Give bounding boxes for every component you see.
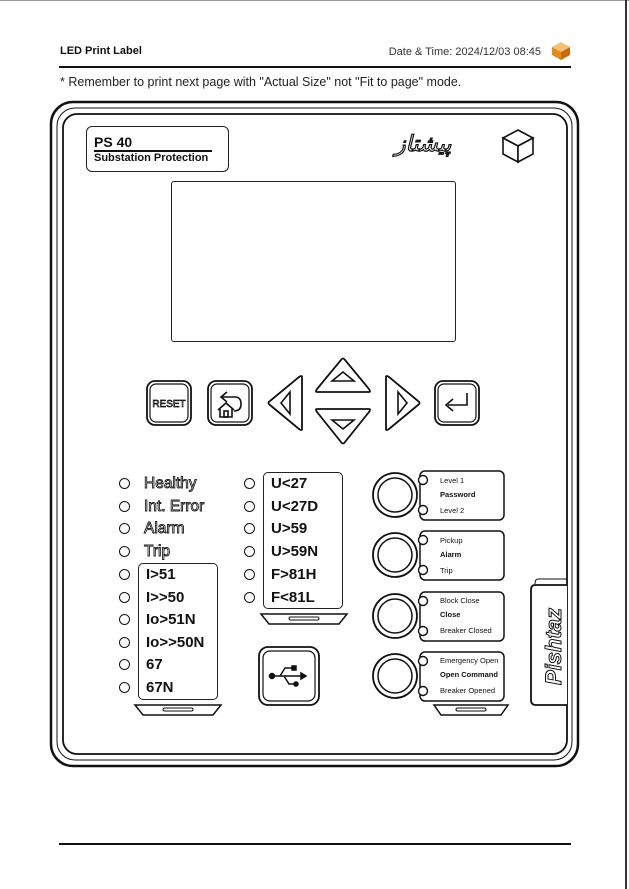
led-label-i50: I>>50 — [146, 589, 185, 606]
led-label-healthy: Healthy — [144, 475, 197, 492]
led-healthy — [119, 478, 130, 489]
led-label-alarm: Alarm — [144, 520, 185, 537]
led-label-u59n: U>59N — [271, 543, 319, 560]
led-alarm — [119, 523, 130, 534]
model-label-box: PS 40 Substation Protection — [86, 126, 229, 172]
fkey3-middle-label: Close — [440, 610, 461, 619]
function-key-3[interactable] — [371, 591, 507, 643]
led-label-trip: Trip — [144, 543, 171, 560]
fkey4-bottom-label: Breaker Opened — [440, 686, 496, 695]
led-f81l — [244, 592, 255, 603]
reset-button-label: RESET — [152, 399, 185, 410]
fkey4-middle-label: Open Command — [440, 670, 498, 679]
led-label-u27: U<27 — [271, 475, 308, 492]
side-brand-logotype: Pishtaz — [541, 607, 567, 685]
led-label-io50n: Io>>50N — [146, 634, 205, 651]
led-u59 — [244, 523, 255, 534]
led-label-67n: 67N — [146, 679, 174, 696]
led-label-i51: I>51 — [146, 566, 176, 583]
led-label-io51n: Io>51N — [146, 611, 196, 628]
fkey3-bottom-label: Breaker Closed — [440, 626, 492, 635]
led-label-67: 67 — [146, 656, 163, 673]
fkey1-bottom-label: Level 2 — [440, 506, 465, 515]
fkey2-bottom-label: Trip — [440, 566, 453, 575]
led-f81h — [244, 569, 255, 580]
led-label-int-error: Int. Error — [144, 498, 205, 515]
reset-button[interactable]: RESET — [146, 380, 192, 426]
brand-cube-icon — [501, 129, 535, 164]
led-i51 — [119, 569, 130, 580]
led-67n — [119, 682, 130, 693]
led-u27 — [244, 478, 255, 489]
home-back-button[interactable] — [207, 380, 253, 426]
led-int-error — [119, 501, 130, 512]
arrow-down-button[interactable] — [314, 406, 374, 448]
fkey2-top-label: Pickup — [440, 536, 463, 545]
led-label-u27d: U<27D — [271, 498, 319, 515]
label-slot-function — [432, 704, 510, 716]
function-key-2[interactable] — [371, 530, 507, 582]
footer-divider — [59, 843, 571, 845]
model-subtitle: Substation Protection — [94, 152, 209, 164]
led-67 — [119, 659, 130, 670]
led-io51n — [119, 614, 130, 625]
led-trip — [119, 546, 130, 557]
arrow-left-button[interactable] — [264, 374, 306, 432]
fkey1-top-label: Level 1 — [440, 476, 465, 485]
arrow-right-button[interactable] — [382, 374, 424, 432]
fkey1-middle-label: Password — [440, 490, 476, 499]
led-io50n — [119, 637, 130, 648]
model-name: PS 40 — [94, 134, 133, 150]
usb-port — [258, 646, 320, 706]
function-key-1[interactable] — [371, 470, 507, 522]
fkey2-middle-label: Alarm — [440, 550, 462, 559]
enter-button[interactable] — [434, 380, 480, 426]
led-i50 — [119, 592, 130, 603]
led-label-u59: U>59 — [271, 520, 308, 537]
led-label-f81h: F>81H — [271, 566, 317, 583]
arrow-up-button[interactable] — [314, 354, 374, 396]
label-slot-voltage — [259, 613, 349, 625]
led-label-f81l: F<81L — [271, 589, 315, 606]
brand-logotype: پیشتاز — [394, 131, 452, 157]
label-slot-current — [133, 704, 223, 716]
led-u27d — [244, 501, 255, 512]
fkey4-top-label: Emergency Open — [440, 656, 499, 665]
led-u59n — [244, 546, 255, 557]
fkey3-top-label: Block Close — [440, 596, 480, 605]
lcd-display — [171, 181, 456, 342]
